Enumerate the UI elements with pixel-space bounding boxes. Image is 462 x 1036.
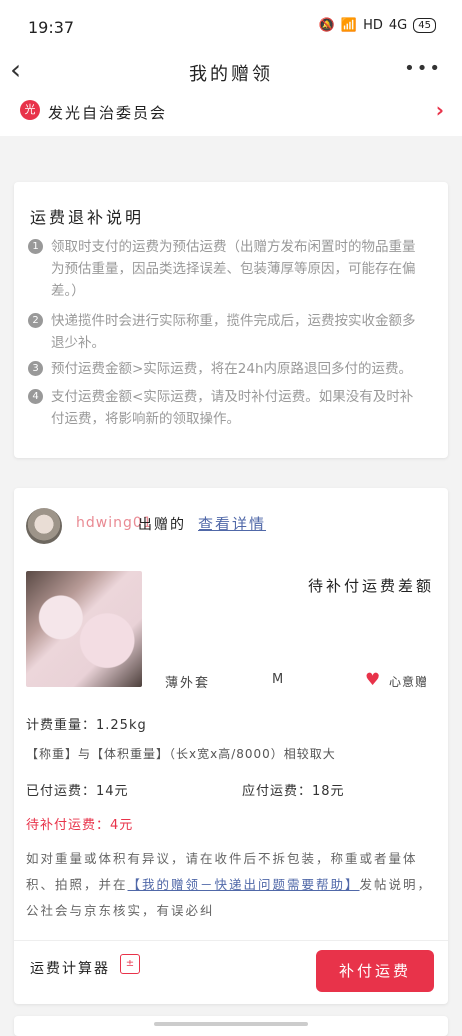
notice-item: 2 快递揽件时会进行实际称重，揽件完成后，运费按实收金额多 退少补。 <box>28 310 448 354</box>
notice-item-text: 快递揽件时会进行实际称重，揽件完成后，运费按实收金额多 退少补。 <box>51 313 416 351</box>
product-size: M <box>272 672 284 687</box>
org-name: 发光自治委员会 <box>48 104 168 122</box>
notice-item: 1 领取时支付的运费为预估运费（出赠方发布闲置时的物品重量 为预估重量，因品类选… <box>28 236 448 302</box>
help-link[interactable]: 【我的赠领－快递出问题需要帮助】 <box>128 877 360 892</box>
dispute-note: 如对重量或体积有异议，请在收件后不拆包装，称重或者量体积、拍照，并在【我的赠领－… <box>26 846 438 924</box>
status-icons: 🔕 📶 HD 4G 45 <box>319 18 436 33</box>
battery-icon: 45 <box>413 18 436 33</box>
number-badge-icon: 3 <box>28 361 43 376</box>
product-name: 薄外套 <box>165 676 211 691</box>
number-badge-icon: 2 <box>28 313 43 328</box>
page-title: 我的赠领 <box>189 64 273 85</box>
product-image[interactable] <box>26 571 142 687</box>
number-badge-icon: 1 <box>28 239 43 254</box>
notice-item-text: 支付运费金额<实际运费，请及时补付运费。如果没有及时补 付运费，将影响新的领取操… <box>51 389 414 427</box>
next-order-card <box>14 1016 448 1036</box>
heart-icon: ♥ <box>365 670 381 690</box>
calculator-icon[interactable]: ± <box>120 954 140 974</box>
status-time: 19:37 <box>28 18 75 37</box>
notice-item-text: 领取时支付的运费为预估运费（出赠方发布闲置时的物品重量 为预估重量，因品类选择误… <box>51 239 416 299</box>
more-options-icon[interactable]: ••• <box>404 58 442 79</box>
giver-suffix: 出赠的 <box>138 517 186 533</box>
hd-indicator: HD <box>363 18 383 33</box>
due-shipping: 应付运费：18元 <box>242 784 345 799</box>
notice-item: 4 支付运费金额<实际运费，请及时补付运费。如果没有及时补 付运费，将影响新的领… <box>28 386 448 430</box>
notice-item: 3 预付运费金额>实际运费，将在24h内原路退回多付的运费。 <box>28 358 448 380</box>
number-badge-icon: 4 <box>28 389 43 404</box>
weight-rule: 【称重】与【体积重量】（长x宽x高/8000）相较取大 <box>26 747 336 761</box>
billing-weight: 计费重量：1.25kg <box>26 718 147 733</box>
notice-item-text: 预付运费金额>实际运费，将在24h内原路退回多付的运费。 <box>51 361 413 377</box>
gift-tag: 心意赠 <box>389 675 429 689</box>
avatar[interactable] <box>26 508 62 544</box>
wifi-icon: 📶 <box>340 18 358 33</box>
shipping-calculator-label[interactable]: 运费计算器 <box>30 958 110 978</box>
org-logo-icon: 光 <box>20 100 40 120</box>
chevron-right-icon[interactable]: › <box>436 98 444 122</box>
divider <box>14 940 448 941</box>
signal-text: 4G <box>388 18 408 33</box>
notice-title: 运费退补说明 <box>30 208 145 227</box>
home-indicator[interactable] <box>154 1022 308 1026</box>
pay-shipping-button[interactable]: 补付运费 <box>316 950 434 992</box>
mute-bell-icon: 🔕 <box>318 18 335 33</box>
paid-shipping: 已付运费：14元 <box>26 784 129 799</box>
pending-shipping: 待补付运费：4元 <box>26 818 134 833</box>
view-details-link[interactable]: 查看详情 <box>198 513 266 534</box>
product-status: 待补付运费差额 <box>307 577 434 595</box>
